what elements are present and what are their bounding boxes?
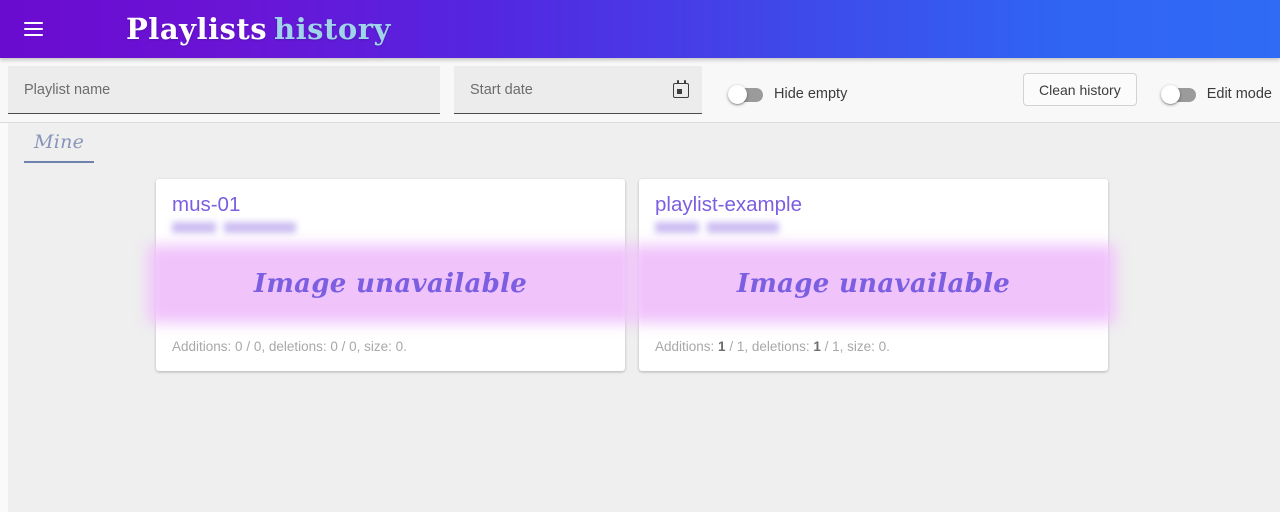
hide-empty-toggle[interactable]: Hide empty bbox=[728, 84, 848, 104]
playlist-name-input[interactable]: Playlist name bbox=[8, 66, 440, 114]
calendar-icon[interactable] bbox=[672, 79, 692, 100]
start-date-placeholder: Start date bbox=[470, 81, 533, 98]
card-subtitle-redacted bbox=[655, 221, 779, 233]
edit-mode-label: Edit mode bbox=[1206, 86, 1272, 102]
page-title-primary: Playlists bbox=[126, 11, 268, 46]
page-title-secondary: history bbox=[274, 11, 391, 46]
main-content: Mine mus-01 Image unavailable Additions:… bbox=[0, 123, 1280, 512]
card-title: playlist-example bbox=[655, 193, 802, 216]
tab-bar: Mine bbox=[8, 123, 1280, 167]
tab-mine[interactable]: Mine bbox=[16, 123, 102, 163]
card-stats: Additions: 1 / 1, deletions: 1 / 1, size… bbox=[639, 323, 1108, 371]
additions-value: 0 bbox=[235, 338, 243, 354]
menu-bar-1 bbox=[23, 22, 43, 24]
app-header: Playlists history bbox=[0, 0, 1280, 58]
card-stats: Additions: 0 / 0, deletions: 0 / 0, size… bbox=[156, 323, 625, 371]
stats-mid-1: / 0, deletions: bbox=[242, 338, 331, 354]
playlist-card[interactable]: playlist-example Image unavailable Addit… bbox=[631, 179, 1116, 371]
playlist-name-placeholder: Playlist name bbox=[24, 81, 111, 98]
deletions-value: 1 bbox=[813, 338, 821, 354]
hamburger-menu-icon[interactable] bbox=[16, 12, 50, 46]
clean-history-button[interactable]: Clean history bbox=[1023, 73, 1137, 106]
page-title: Playlists history bbox=[126, 11, 391, 46]
start-date-input[interactable]: Start date bbox=[454, 66, 702, 114]
edit-mode-switch[interactable] bbox=[1160, 84, 1196, 104]
card-header: mus-01 bbox=[156, 179, 625, 237]
stats-prefix: Additions: bbox=[655, 338, 719, 354]
stats-mid-2: / 1, size: 0. bbox=[820, 338, 890, 354]
deletions-value: 0 bbox=[330, 338, 338, 354]
playlist-card[interactable]: mus-01 Image unavailable Additions: 0 / … bbox=[148, 179, 633, 371]
additions-value: 1 bbox=[718, 338, 726, 354]
calendar-dot bbox=[677, 88, 682, 94]
tab-active-indicator bbox=[24, 160, 95, 163]
edit-mode-toggle[interactable]: Edit mode bbox=[1160, 84, 1272, 104]
filter-toolbar: Playlist name Start date Hide empty Clea… bbox=[0, 58, 1280, 123]
menu-bar-3 bbox=[23, 34, 43, 36]
menu-bar-2 bbox=[23, 28, 43, 30]
card-image-placeholder: Image unavailable bbox=[631, 244, 1116, 323]
stats-prefix: Additions: bbox=[172, 338, 236, 354]
stats-mid-2: / 0, size: 0. bbox=[337, 338, 407, 354]
stats-mid-1: / 1, deletions: bbox=[725, 338, 814, 354]
card-subtitle-redacted bbox=[172, 221, 296, 233]
switch-knob bbox=[728, 84, 747, 104]
image-unavailable-label: Image unavailable bbox=[253, 268, 528, 299]
card-header: playlist-example bbox=[639, 179, 1108, 237]
switch-knob bbox=[1160, 84, 1180, 104]
playlist-card-list: mus-01 Image unavailable Additions: 0 / … bbox=[8, 167, 1280, 371]
tab-mine-label: Mine bbox=[34, 131, 85, 153]
card-image-placeholder: Image unavailable bbox=[148, 244, 633, 323]
hide-empty-label: Hide empty bbox=[774, 86, 848, 102]
image-unavailable-label: Image unavailable bbox=[736, 268, 1011, 299]
hide-empty-switch[interactable] bbox=[728, 84, 763, 104]
card-title: mus-01 bbox=[172, 193, 241, 216]
